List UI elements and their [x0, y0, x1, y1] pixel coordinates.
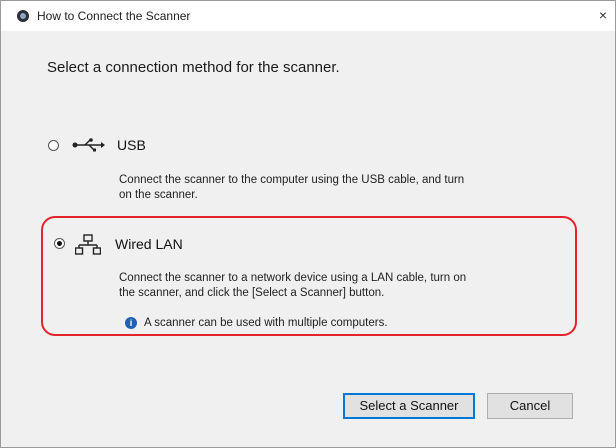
wired-lan-info-note: A scanner can be used with multiple comp… — [144, 317, 388, 329]
select-scanner-button[interactable]: Select a Scanner — [343, 393, 475, 419]
usb-label[interactable]: USB — [117, 137, 146, 153]
cancel-button[interactable]: Cancel — [487, 393, 573, 419]
usb-radio[interactable] — [48, 140, 59, 151]
dialog-window: How to Connect the Scanner × Select a co… — [0, 0, 616, 448]
usb-description-line2: on the scanner. — [119, 189, 198, 201]
instruction-text: Select a connection method for the scann… — [47, 59, 340, 76]
network-icon — [74, 234, 102, 256]
wired-lan-description-line2: the scanner, and click the [Select a Sca… — [119, 287, 385, 299]
info-icon: i — [125, 317, 137, 329]
wired-lan-label[interactable]: Wired LAN — [115, 236, 183, 252]
close-button[interactable]: × — [591, 3, 615, 27]
usb-icon — [71, 137, 105, 153]
app-icon — [17, 10, 29, 22]
wired-lan-description-line1: Connect the scanner to a network device … — [119, 272, 467, 284]
usb-description-line1: Connect the scanner to the computer usin… — [119, 174, 465, 186]
title-bar[interactable]: How to Connect the Scanner × — [1, 1, 615, 31]
window-title: How to Connect the Scanner — [37, 9, 191, 23]
wired-lan-radio[interactable] — [54, 238, 65, 249]
